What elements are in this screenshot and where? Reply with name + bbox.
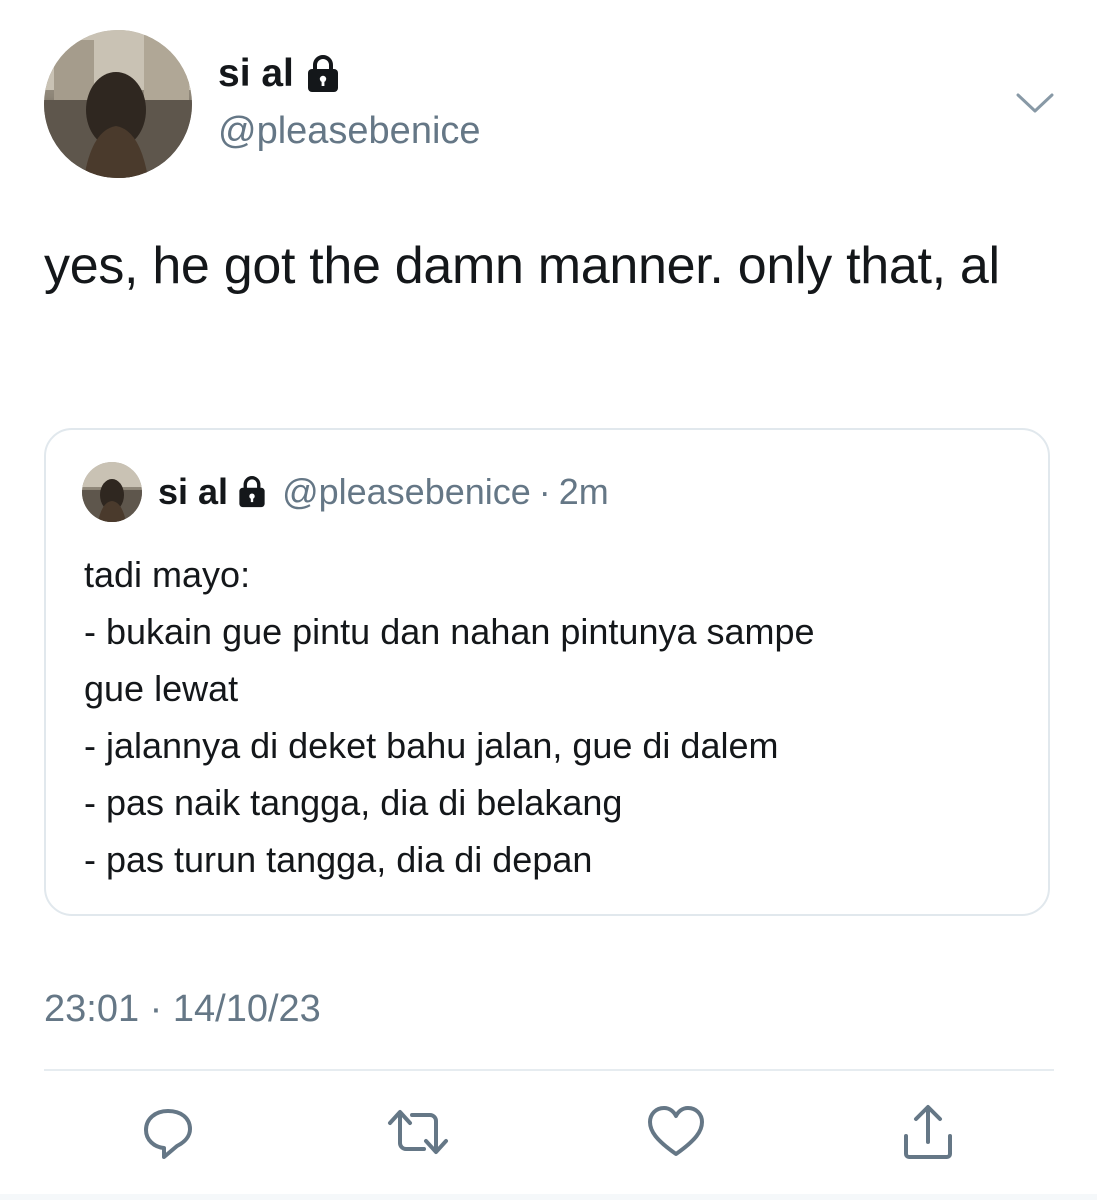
- avatar-photo: [44, 30, 192, 178]
- quoted-text-line: - jalannya di deket bahu jalan, gue di d…: [84, 725, 779, 766]
- bottom-strip: [0, 1194, 1097, 1200]
- quoted-text-line: - bukain gue pintu dan nahan pintunya sa…: [84, 611, 815, 652]
- avatar[interactable]: [44, 30, 192, 178]
- lock-icon: [239, 476, 265, 508]
- quoted-text-line: - pas naik tangga, dia di belakang: [84, 782, 623, 823]
- quoted-text-line: - pas turun tangga, dia di depan: [84, 839, 593, 880]
- quoted-time: 2m: [558, 471, 609, 512]
- quoted-text: tadi mayo: - bukain gue pintu dan nahan …: [84, 546, 1024, 888]
- quoted-header: si al @pleasebenice · 2m: [158, 470, 609, 514]
- quoted-tweet[interactable]: si al @pleasebenice · 2m tadi mayo: - bu…: [44, 428, 1050, 916]
- author-name-row: si al: [218, 52, 342, 96]
- quoted-avatar-photo: [82, 462, 142, 522]
- heart-icon: [648, 1106, 704, 1156]
- display-name[interactable]: si al: [218, 52, 294, 96]
- share-icon: [904, 1105, 952, 1159]
- like-button[interactable]: [644, 1100, 708, 1164]
- tweet-timestamp[interactable]: 23:01 · 14/10/23: [44, 988, 321, 1031]
- lock-icon: [307, 55, 338, 92]
- reply-icon: [144, 1109, 192, 1159]
- author-handle[interactable]: @pleasebenice: [218, 110, 481, 153]
- action-bar: [0, 1100, 1097, 1170]
- quoted-text-line: gue lewat: [84, 668, 239, 709]
- divider: [44, 1069, 1054, 1071]
- quoted-handle: @pleasebenice: [282, 471, 531, 512]
- quoted-text-line: tadi mayo:: [84, 554, 251, 595]
- quoted-display-name: si al: [158, 471, 229, 512]
- retweet-button[interactable]: [386, 1100, 450, 1164]
- reply-button[interactable]: [136, 1100, 200, 1164]
- retweet-icon: [388, 1110, 448, 1154]
- quoted-separator: ·: [538, 471, 551, 512]
- chevron-down-icon[interactable]: [1014, 88, 1056, 118]
- tweet-text: yes, he got the damn manner. only that, …: [44, 237, 1000, 295]
- share-button[interactable]: [896, 1100, 960, 1164]
- quoted-avatar: [82, 462, 142, 522]
